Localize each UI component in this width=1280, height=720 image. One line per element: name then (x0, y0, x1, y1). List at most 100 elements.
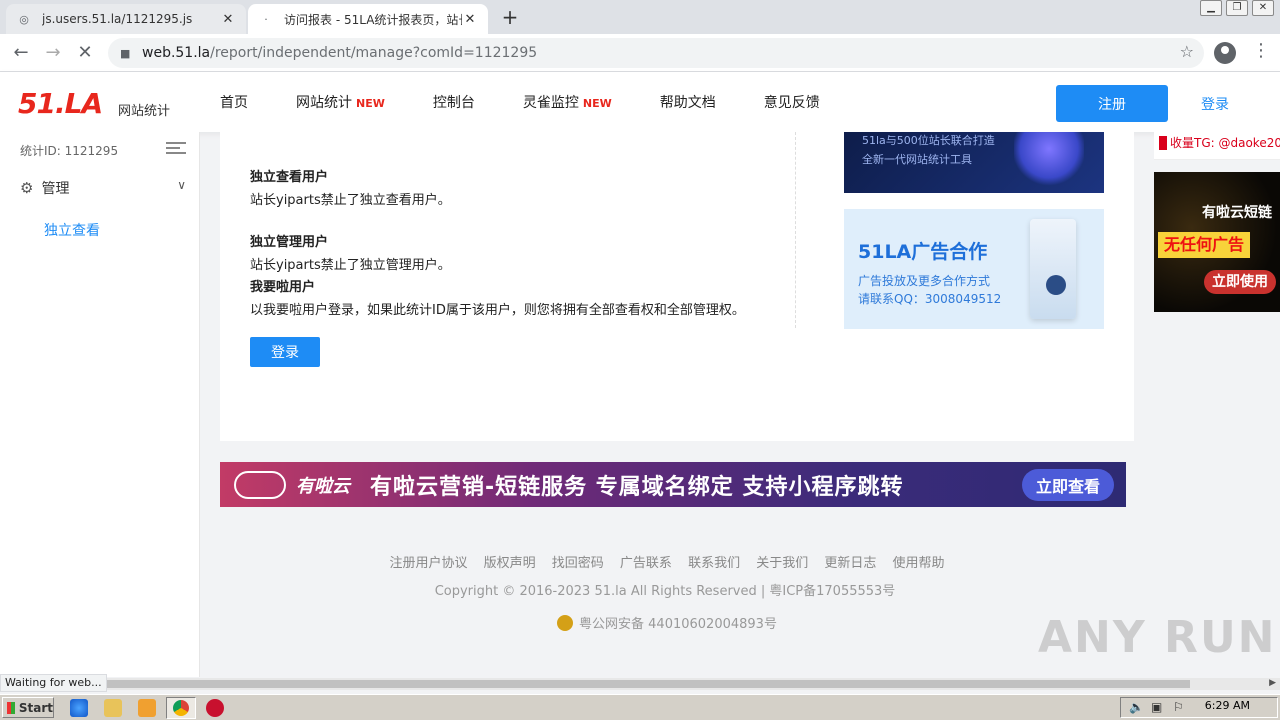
stop-sign-icon[interactable] (206, 699, 224, 717)
ie-icon[interactable] (70, 699, 88, 717)
url-host: web.51.la (142, 45, 211, 61)
nav-label: 意见反馈 (763, 95, 820, 111)
nav-item-home[interactable]: 首页 (220, 92, 248, 112)
sidebar-item-manage[interactable]: ⚙ 管理 ∨ (0, 172, 200, 204)
anyrun-watermark: ANY RUN (1038, 612, 1277, 663)
back-arrow-icon[interactable]: ← (8, 40, 34, 66)
side-ad-text: 有啦云短链 (1202, 205, 1272, 221)
register-button[interactable]: 注册 (1056, 85, 1168, 122)
browser-toolbar: ← → ✕ ■ web.51.la/report/independent/man… (0, 34, 1280, 72)
taskbar: Start 🔈 ▣ ⚐ 6:29 AM (0, 694, 1280, 720)
flag-icon[interactable]: ⚐ (1173, 700, 1184, 714)
start-label: Start (18, 700, 53, 715)
chevron-down-icon: ∨ (177, 178, 186, 192)
browser-tab-active[interactable]: · 访问报表 - 51LA统计报表页，站长统计 ✕ (248, 4, 488, 34)
login-link[interactable]: 登录 (1201, 94, 1229, 114)
site-header: 51.LA 网站统计 首页 网站统计 NEW 控制台 灵雀监控 NEW 帮助文档 意… (0, 72, 1280, 132)
new-badge: NEW (356, 97, 385, 110)
media-player-icon[interactable] (138, 699, 156, 717)
close-window-button[interactable]: ✕ (1252, 0, 1274, 16)
collapse-menu-icon[interactable] (166, 142, 186, 158)
login-button[interactable]: 登录 (250, 337, 320, 367)
window-controls: ▁ ❐ ✕ (1196, 0, 1274, 16)
address-bar[interactable]: ■ web.51.la/report/independent/manage?co… (108, 38, 1204, 68)
section-text: 站长yiparts禁止了独立管理用户。 (250, 258, 451, 273)
footer-link[interactable]: 注册用户协议 (389, 556, 467, 571)
stat-id: 统计ID: 1121295 (20, 144, 119, 158)
windows-logo-icon (7, 701, 15, 714)
access-info: 独立查看用户 站长yiparts禁止了独立查看用户。 独立管理用户 站长yipa… (250, 132, 796, 328)
stop-loading-icon[interactable]: ✕ (72, 40, 98, 66)
scrollbar-thumb[interactable] (100, 680, 1190, 688)
tg-text-ad[interactable]: 收量TG: @daoke202 (1154, 132, 1280, 160)
gear-icon: ⚙ (20, 179, 34, 197)
url-path: /report/independent/manage?comId=1121295 (210, 45, 538, 61)
nav-item-console[interactable]: 控制台 (433, 92, 475, 112)
browser-menu-icon[interactable]: ⋮ (1252, 40, 1270, 61)
banner-brand: 有啦云 (296, 475, 350, 497)
ad-title: 51LA广告合作 (858, 241, 988, 263)
stats-tool-ad[interactable]: 51la与500位站长联合打造 全新一代网站统计工具 (844, 132, 1104, 193)
nav-item-monitor[interactable]: 灵雀监控 NEW (523, 92, 612, 112)
forward-arrow-icon[interactable]: → (40, 40, 66, 66)
globe-icon: ◎ (19, 12, 29, 26)
footer-link[interactable]: 版权声明 (484, 556, 536, 571)
new-tab-button[interactable]: + (498, 6, 522, 30)
section-title: 我要啦用户 (250, 280, 316, 295)
nav-label: 灵雀监控 (522, 95, 579, 111)
copyright: Copyright © 2016-2023 51.la All Rights R… (434, 584, 896, 599)
clock: 6:29 AM (1204, 699, 1250, 712)
footer-link[interactable]: 使用帮助 (893, 556, 945, 571)
system-tray: 🔈 ▣ ⚐ (1120, 697, 1278, 718)
speaker-icon[interactable]: 🔈 (1129, 700, 1144, 714)
new-badge: NEW (582, 97, 612, 110)
footer-link[interactable]: 找回密码 (552, 556, 604, 571)
nav-label: 网站统计 (296, 95, 352, 111)
footer-link[interactable]: 关于我们 (756, 556, 808, 571)
status-bubble: Waiting for web... (0, 674, 107, 692)
police-record-text: 粤公网安备 44010602004893号 (579, 617, 777, 632)
tab-title: js.users.51.la/1121295.js (42, 12, 193, 26)
browser-tab[interactable]: ◎ js.users.51.la/1121295.js ✕ (6, 4, 246, 34)
browser-tab-bar: ◎ js.users.51.la/1121295.js ✕ · 访问报表 - 5… (0, 0, 1280, 34)
loading-icon: · (264, 12, 268, 26)
section-text: 站长yiparts禁止了独立查看用户。 (250, 193, 451, 208)
shortlink-banner-ad[interactable]: 有啦云 有啦云营销-短链服务 专属域名绑定 支持小程序跳转 立即查看 (220, 462, 1126, 507)
horizontal-scrollbar[interactable]: ▶ (0, 678, 1280, 690)
nav-item-feedback[interactable]: 意见反馈 (764, 92, 820, 112)
chrome-icon (173, 700, 189, 716)
nav-item-help-docs[interactable]: 帮助文档 (660, 92, 716, 112)
nav-label: 控制台 (432, 95, 475, 111)
profile-avatar-icon[interactable] (1214, 42, 1236, 64)
ad-text: 请联系QQ：3008049512 (858, 292, 1002, 306)
side-ad-button[interactable]: 立即使用 (1204, 270, 1276, 294)
restore-button[interactable]: ❐ (1226, 0, 1248, 16)
ad-cooperation-banner[interactable]: 51LA广告合作 广告投放及更多合作方式 请联系QQ：3008049512 (844, 209, 1104, 329)
cloud-logo-icon (234, 470, 286, 499)
nav-label: 首页 (220, 95, 248, 111)
banner-slogan: 有啦云营销-短链服务 专属域名绑定 支持小程序跳转 (370, 474, 904, 500)
footer-link[interactable]: 联系我们 (688, 556, 740, 571)
side-ad[interactable]: 有啦云短链 无任何广告 立即使用 (1154, 172, 1280, 312)
person-illustration (1046, 275, 1066, 295)
footer-link[interactable]: 广告联系 (620, 556, 672, 571)
start-button[interactable]: Start (2, 697, 54, 718)
sidebar-item-label: 管理 (41, 181, 70, 197)
section-title: 独立查看用户 (250, 170, 329, 185)
folder-icon[interactable] (104, 699, 122, 717)
section-text: 以我要啦用户登录，如果此统计ID属于该用户，则您将拥有全部查看权和全部管理权。 (250, 303, 745, 318)
close-icon[interactable]: ✕ (462, 11, 478, 27)
site-logo[interactable]: 51.LA (18, 87, 103, 120)
data-cube-illustration (1014, 132, 1084, 188)
minimize-button[interactable]: ▁ (1200, 0, 1222, 16)
taskbar-chrome-button[interactable] (166, 697, 196, 719)
banner-cta-button[interactable]: 立即查看 (1022, 469, 1114, 501)
section-title: 独立管理用户 (250, 235, 329, 250)
scroll-right-arrow-icon[interactable]: ▶ (1269, 678, 1276, 688)
close-icon[interactable]: ✕ (220, 11, 236, 27)
sidebar-subitem-independent-view[interactable]: 独立查看 (44, 220, 100, 240)
nav-item-site-stats[interactable]: 网站统计 NEW (296, 92, 385, 112)
footer-link[interactable]: 更新日志 (824, 556, 876, 571)
bookmark-star-icon[interactable]: ☆ (1180, 42, 1194, 61)
network-icon[interactable]: ▣ (1151, 700, 1162, 714)
